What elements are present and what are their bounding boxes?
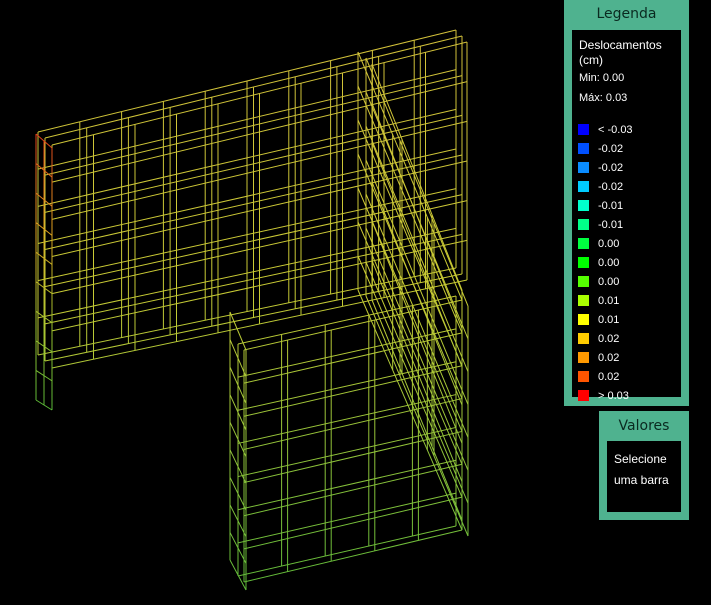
- mesh-line: [357, 85, 463, 334]
- legend-label: 0.01: [598, 294, 620, 307]
- mesh-line: [243, 529, 463, 583]
- mesh-line: [237, 328, 457, 378]
- legend-swatch: [578, 333, 589, 344]
- legend-swatch: [578, 219, 589, 230]
- legend-label: -0.01: [598, 218, 624, 231]
- legend-label: > 0.03: [598, 389, 629, 402]
- mesh-line: [237, 525, 457, 577]
- mesh-line: [357, 289, 463, 531]
- legend-swatch: [578, 314, 589, 325]
- legend-swatch: [578, 143, 589, 154]
- values-line-2: uma barra: [614, 473, 669, 487]
- legend-swatch: [578, 200, 589, 211]
- mesh-line: [243, 332, 463, 384]
- legend-title: Legenda: [596, 6, 657, 22]
- legend-swatch: [578, 352, 589, 363]
- mesh-line: [357, 221, 463, 465]
- mesh-line: [243, 365, 463, 417]
- legend-label: -0.02: [598, 142, 624, 155]
- legend-label: 0.02: [598, 370, 620, 383]
- mesh-line: [243, 463, 463, 517]
- legend-item: -0.01: [578, 196, 633, 215]
- legend-label: -0.02: [598, 161, 624, 174]
- legend-max: Máx: 0.03: [579, 92, 628, 104]
- mesh-line: [237, 394, 457, 444]
- legend-item: -0.02: [578, 158, 633, 177]
- legend-swatch: [578, 238, 589, 249]
- values-content: Selecione uma barra: [607, 441, 681, 512]
- legend-item: 0.00: [578, 272, 633, 291]
- legend-min: Min: 0.00: [579, 72, 625, 84]
- wall-mesh-main: [37, 29, 468, 369]
- legend-item: 0.01: [578, 310, 633, 329]
- legend-panel: Legenda Deslocamentos (cm) Min: 0.00 Máx…: [564, 0, 689, 406]
- legend-label: 0.02: [598, 351, 620, 364]
- mesh-line: [243, 430, 463, 484]
- legend-swatch: [578, 124, 589, 135]
- values-title: Valores: [618, 418, 670, 434]
- legend-item: 0.01: [578, 291, 633, 310]
- legend-item: -0.02: [578, 139, 633, 158]
- legend-heading: Deslocamentos (cm): [579, 38, 662, 67]
- legend-item: 0.02: [578, 329, 633, 348]
- legend-item: -0.01: [578, 215, 633, 234]
- legend-item: 0.00: [578, 253, 633, 272]
- mesh-line: [243, 398, 463, 450]
- legend-label: 0.01: [598, 313, 620, 326]
- legend-swatch: [578, 276, 589, 287]
- legend-label: -0.02: [598, 180, 624, 193]
- legend-swatch: [578, 257, 589, 268]
- legend-label: 0.00: [598, 256, 620, 269]
- legend-label: 0.00: [598, 275, 620, 288]
- mesh-line: [243, 496, 463, 550]
- legend-item: -0.02: [578, 177, 633, 196]
- legend-label: -0.01: [598, 199, 624, 212]
- legend-swatch: [578, 181, 589, 192]
- legend-item: 0.00: [578, 234, 633, 253]
- mesh-line: [237, 426, 457, 478]
- legend-scale: < -0.03 -0.02 -0.02 -0.02 -0.01 -0.01 0.00 0.00…: [578, 120, 633, 405]
- legend-label: 0.00: [598, 237, 620, 250]
- legend-label: 0.02: [598, 332, 620, 345]
- legend-swatch: [578, 371, 589, 382]
- mesh-line: [237, 459, 457, 511]
- mesh-line: [237, 492, 457, 544]
- mesh-line: [357, 51, 463, 301]
- legend-swatch: [578, 390, 589, 401]
- legend-item: < -0.03: [578, 120, 633, 139]
- legend-swatch: [578, 162, 589, 173]
- legend-label: < -0.03: [598, 123, 633, 136]
- mesh-line: [365, 57, 469, 307]
- legend-content: Deslocamentos (cm) Min: 0.00 Máx: 0.03 <…: [572, 30, 681, 402]
- legend-item: 0.02: [578, 367, 633, 386]
- values-panel: Valores Selecione uma barra: [599, 411, 689, 520]
- mesh-line: [237, 295, 457, 345]
- legend-swatch: [578, 295, 589, 306]
- legend-item: > 0.03: [578, 386, 633, 405]
- values-line-1: Selecione: [614, 452, 667, 466]
- legend-item: 0.02: [578, 348, 633, 367]
